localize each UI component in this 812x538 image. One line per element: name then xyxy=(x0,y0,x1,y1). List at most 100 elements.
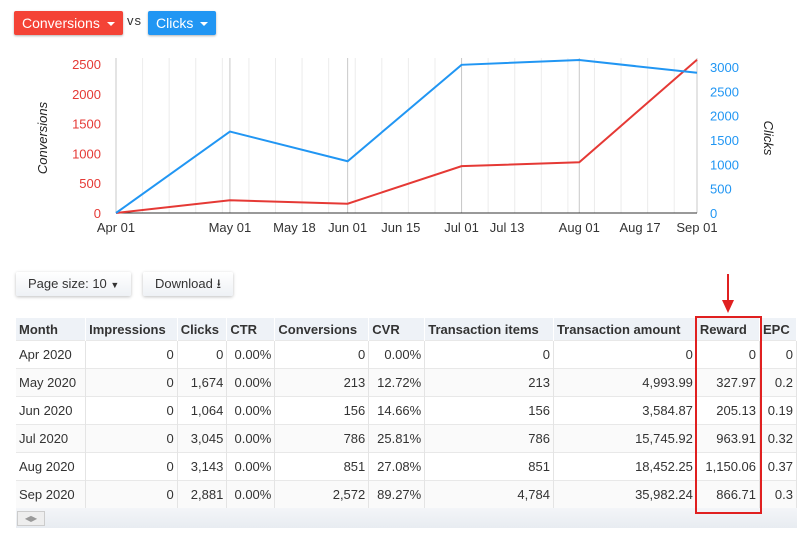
column-header[interactable]: Reward xyxy=(696,318,761,341)
table-cell: 0 xyxy=(85,452,178,481)
table-cell: 0 xyxy=(696,340,761,369)
table-cell: 851 xyxy=(424,452,554,481)
table-cell: 156 xyxy=(424,396,554,425)
y-left-tick-label: 2000 xyxy=(72,87,101,102)
column-header[interactable]: CTR xyxy=(226,318,276,341)
column-header[interactable]: Conversions xyxy=(274,318,370,341)
y-right-tick-label: 2000 xyxy=(710,109,739,124)
table-row: Sep 2020 0 2,881 0.00% 2,572 89.27% 4,784 35,98… xyxy=(16,480,797,508)
caret-down-icon: ▼ xyxy=(110,280,120,290)
column-header[interactable]: Transaction items xyxy=(424,318,554,341)
x-tick-label: Jun 01 xyxy=(328,220,367,235)
y-right-axis-title: Clicks xyxy=(761,121,776,156)
table-cell: 3,584.87 xyxy=(553,396,697,425)
x-tick-label: Sep 01 xyxy=(676,220,717,235)
y-right-tick-label: 3000 xyxy=(710,60,739,75)
download-button[interactable]: Download ⭳ xyxy=(143,272,234,296)
y-left-axis-title: Conversions xyxy=(35,101,50,174)
table-cell: 35,982.24 xyxy=(553,480,697,508)
y-right-tick-label: 1000 xyxy=(710,157,739,172)
column-header[interactable]: Transaction amount xyxy=(553,318,697,341)
table-cell: 18,452.25 xyxy=(553,452,697,481)
table-cell: 851 xyxy=(274,452,370,481)
table-cell: 0.32 xyxy=(759,424,797,453)
table-cell: Aug 2020 xyxy=(16,452,87,481)
table-cell: 0.00% xyxy=(226,480,276,508)
table-cell: 786 xyxy=(424,424,554,453)
x-tick-label: Jun 15 xyxy=(381,220,420,235)
table-cell: 2,572 xyxy=(274,480,370,508)
y-left-tick-label: 0 xyxy=(94,206,101,221)
column-header[interactable]: Month xyxy=(16,318,87,341)
table-cell: 14.66% xyxy=(368,396,426,425)
table-cell: Sep 2020 xyxy=(16,480,87,508)
table-cell: 866.71 xyxy=(696,480,761,508)
y-right-tick-label: 2500 xyxy=(710,84,739,99)
table-row: Apr 2020 0 0 0.00% 0 0.00% 0 0 0 0 xyxy=(16,340,797,369)
table-cell: Jun 2020 xyxy=(16,396,87,425)
column-header[interactable]: EPC xyxy=(759,318,797,341)
table-cell: 12.72% xyxy=(368,368,426,397)
table-row: May 2020 0 1,674 0.00% 213 12.72% 213 4,993.99 3… xyxy=(16,368,797,397)
column-header[interactable]: Clicks xyxy=(177,318,228,341)
x-tick-label: Apr 01 xyxy=(97,220,135,235)
scroll-arrows-icon[interactable]: ◀▶ xyxy=(17,511,45,526)
series-line-conversions xyxy=(115,58,698,214)
table-cell: 156 xyxy=(274,396,370,425)
table-cell: 27.08% xyxy=(368,452,426,481)
table-cell: 0 xyxy=(553,340,697,369)
table-cell: 0.00% xyxy=(368,340,426,369)
table-cell: 0 xyxy=(85,340,178,369)
table-cell: 327.97 xyxy=(696,368,761,397)
y-left-tick-label: 500 xyxy=(79,176,101,191)
table-cell: 0.00% xyxy=(226,452,276,481)
horizontal-scrollbar[interactable]: ◀▶ xyxy=(16,508,797,528)
table-cell: 3,045 xyxy=(177,424,228,453)
table-cell: 0 xyxy=(85,396,178,425)
table-cell: 4,993.99 xyxy=(553,368,697,397)
table-cell: 0.00% xyxy=(226,424,276,453)
table-row: Jun 2020 0 1,064 0.00% 156 14.66% 156 3,584.87 2… xyxy=(16,396,797,425)
arrow-head-icon xyxy=(722,300,734,313)
x-tick-label: Aug 17 xyxy=(619,220,660,235)
table-cell: 213 xyxy=(274,368,370,397)
column-header[interactable]: CVR xyxy=(368,318,426,341)
table-cell: 213 xyxy=(424,368,554,397)
column-header[interactable]: Impressions xyxy=(85,318,178,341)
page-size-dropdown[interactable]: Page size: 10 ▼ xyxy=(16,272,132,296)
table-cell: 0.00% xyxy=(226,368,276,397)
table-cell: 2,881 xyxy=(177,480,228,508)
y-right-tick-label: 0 xyxy=(710,206,717,221)
table-cell: 205.13 xyxy=(696,396,761,425)
table-cell: 89.27% xyxy=(368,480,426,508)
table-cell: 0 xyxy=(177,340,228,369)
y-left-tick-label: 1500 xyxy=(72,117,101,132)
table-cell: 0.2 xyxy=(759,368,797,397)
table-cell: 0 xyxy=(759,340,797,369)
table-cell: 0 xyxy=(85,424,178,453)
x-tick-label: May 01 xyxy=(209,220,252,235)
download-icon: ⭳ xyxy=(216,276,222,291)
table-cell: Jul 2020 xyxy=(16,424,87,453)
table-cell: 25.81% xyxy=(368,424,426,453)
table-cell: 0.19 xyxy=(759,396,797,425)
table-cell: Apr 2020 xyxy=(16,340,87,369)
table-cell: 963.91 xyxy=(696,424,761,453)
table-cell: 15,745.92 xyxy=(553,424,697,453)
table-cell: 4,784 xyxy=(424,480,554,508)
line-chart: Apr 01 May 01 May 18 Jun 01 Jun 15 Jul 01 Jul … xyxy=(35,57,776,235)
table-cell: 0.00% xyxy=(226,396,276,425)
table-cell: 0 xyxy=(85,480,178,508)
download-label: Download xyxy=(155,276,213,291)
table-cell: 0 xyxy=(85,368,178,397)
table-cell: 0.37 xyxy=(759,452,797,481)
table-cell: 1,064 xyxy=(177,396,228,425)
table-cell: 1,674 xyxy=(177,368,228,397)
x-tick-label: Jul 01 xyxy=(444,220,479,235)
x-tick-label: Aug 01 xyxy=(559,220,600,235)
x-tick-label: Jul 13 xyxy=(490,220,525,235)
table-row: Aug 2020 0 3,143 0.00% 851 27.08% 851 18,452.25… xyxy=(16,452,797,481)
x-tick-label: May 18 xyxy=(273,220,316,235)
y-right-tick-label: 500 xyxy=(710,182,732,197)
table-cell: 1,150.06 xyxy=(696,452,761,481)
